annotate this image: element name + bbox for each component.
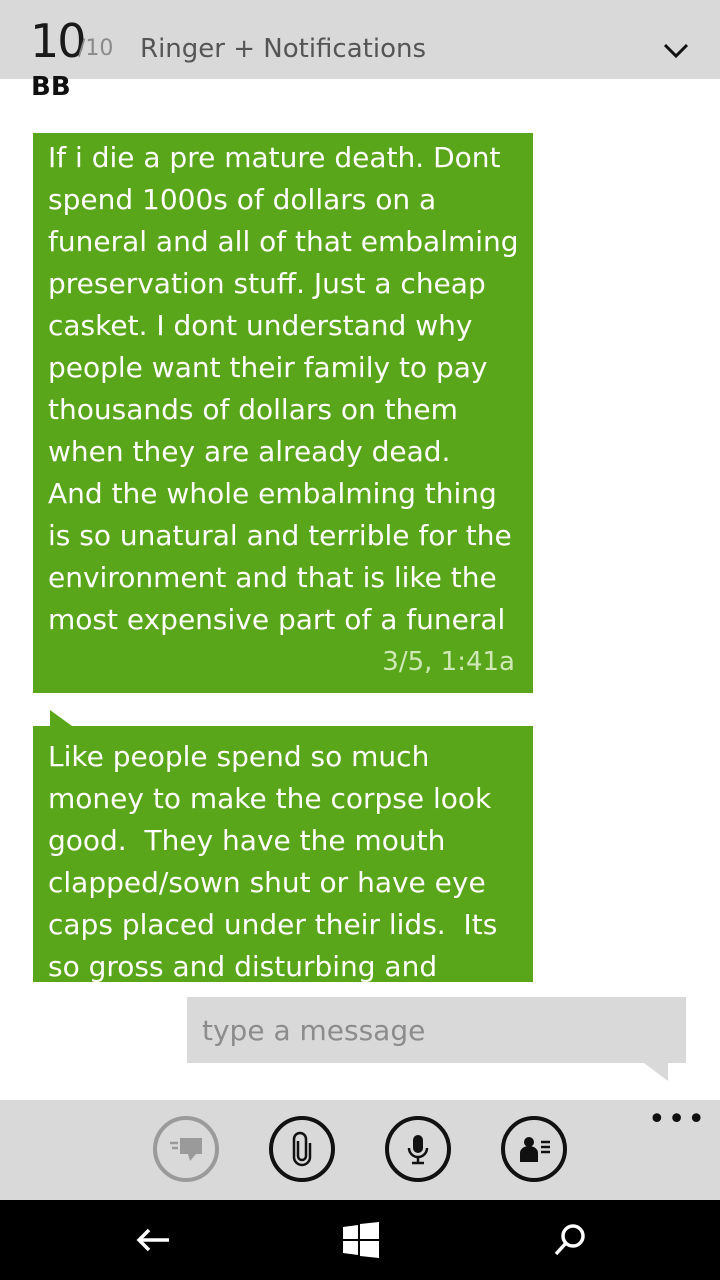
contact-name: BB	[31, 72, 71, 102]
volume-max: /10	[78, 36, 114, 61]
message-bubble[interactable]: If i die a pre mature death. Dont spend …	[33, 133, 533, 693]
contact-card-icon[interactable]	[501, 1116, 567, 1182]
microphone-icon[interactable]	[385, 1116, 451, 1182]
message-bubble[interactable]: Like people spend so much money to make …	[33, 726, 533, 982]
bubble-tail	[50, 710, 72, 726]
message-text: Like people spend so much money to make …	[48, 740, 507, 982]
message-timestamp: 3/5, 1:41a	[382, 647, 515, 677]
windows-start-icon[interactable]	[337, 1216, 385, 1264]
volume-mode-label[interactable]: Ringer + Notifications	[140, 34, 426, 64]
search-icon[interactable]	[546, 1216, 594, 1264]
app-bar: •••	[0, 1100, 720, 1200]
message-compose-box[interactable]	[187, 997, 686, 1063]
navigation-bar	[0, 1200, 720, 1280]
chevron-down-icon[interactable]	[662, 36, 690, 64]
message-input[interactable]	[187, 997, 686, 1063]
message-text: If i die a pre mature death. Dont spend …	[48, 141, 519, 636]
more-options-button[interactable]: •••	[648, 1105, 707, 1135]
attach-icon[interactable]	[269, 1116, 335, 1182]
compose-tail	[644, 1063, 668, 1081]
switch-conversation-icon[interactable]	[153, 1116, 219, 1182]
volume-level: 10	[30, 14, 87, 68]
back-arrow-icon[interactable]	[129, 1216, 177, 1264]
volume-banner: 10 /10 Ringer + Notifications	[0, 0, 720, 79]
